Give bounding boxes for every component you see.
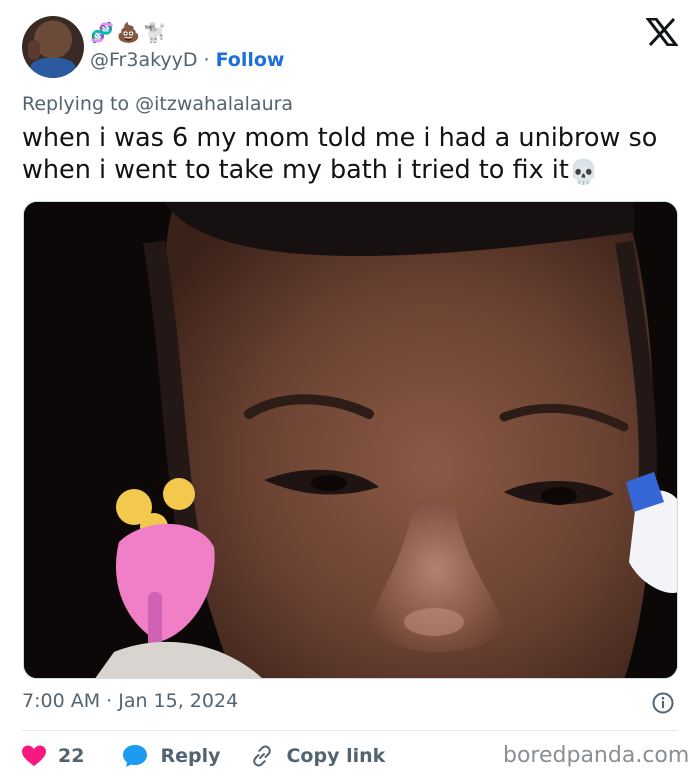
copy-link-button[interactable]: Copy link xyxy=(250,744,385,768)
action-bar: 22 Reply Copy link xyxy=(22,741,385,771)
avatar-hand xyxy=(28,40,40,60)
tweet-body: when i was 6 my mom told me i had a unib… xyxy=(22,123,658,185)
divider xyxy=(22,730,678,731)
avatar-shirt xyxy=(30,58,76,78)
reply-button[interactable]: Reply xyxy=(122,744,250,768)
like-button[interactable]: 22 xyxy=(22,745,122,767)
speech-bubble-icon xyxy=(123,745,148,767)
x-logo-icon[interactable] xyxy=(646,18,678,46)
copy-link-label: Copy link xyxy=(286,745,386,767)
author-row: @Fr3akyyD · Follow xyxy=(90,48,285,72)
poodle-emoji: 🐩 xyxy=(143,22,168,44)
tweet-text: when i was 6 my mom told me i had a unib… xyxy=(22,122,682,188)
dna-emoji: 🧬 xyxy=(90,22,114,44)
like-count: 22 xyxy=(58,745,85,767)
user-handle[interactable]: @Fr3akyyD xyxy=(90,49,198,71)
link-icon xyxy=(253,745,272,767)
avatar[interactable] xyxy=(22,16,84,78)
display-name-emojis[interactable]: 🧬 💩 🐩 xyxy=(90,20,167,46)
follow-button[interactable]: Follow xyxy=(216,49,285,71)
photo-illustration xyxy=(24,202,677,678)
heart-icon xyxy=(22,745,46,766)
skull-emoji: 💀 xyxy=(568,158,599,186)
separator-dot: · xyxy=(203,49,210,71)
watermark: boredpanda.com xyxy=(503,743,690,768)
reply-label: Reply xyxy=(160,745,221,767)
info-icon[interactable] xyxy=(652,692,674,714)
replying-to[interactable]: Replying to @itzwahalalaura xyxy=(22,93,293,115)
tweet-photo[interactable] xyxy=(23,201,678,679)
poop-emoji: 💩 xyxy=(116,22,141,44)
tweet-timestamp[interactable]: 7:00 AM · Jan 15, 2024 xyxy=(22,690,238,712)
